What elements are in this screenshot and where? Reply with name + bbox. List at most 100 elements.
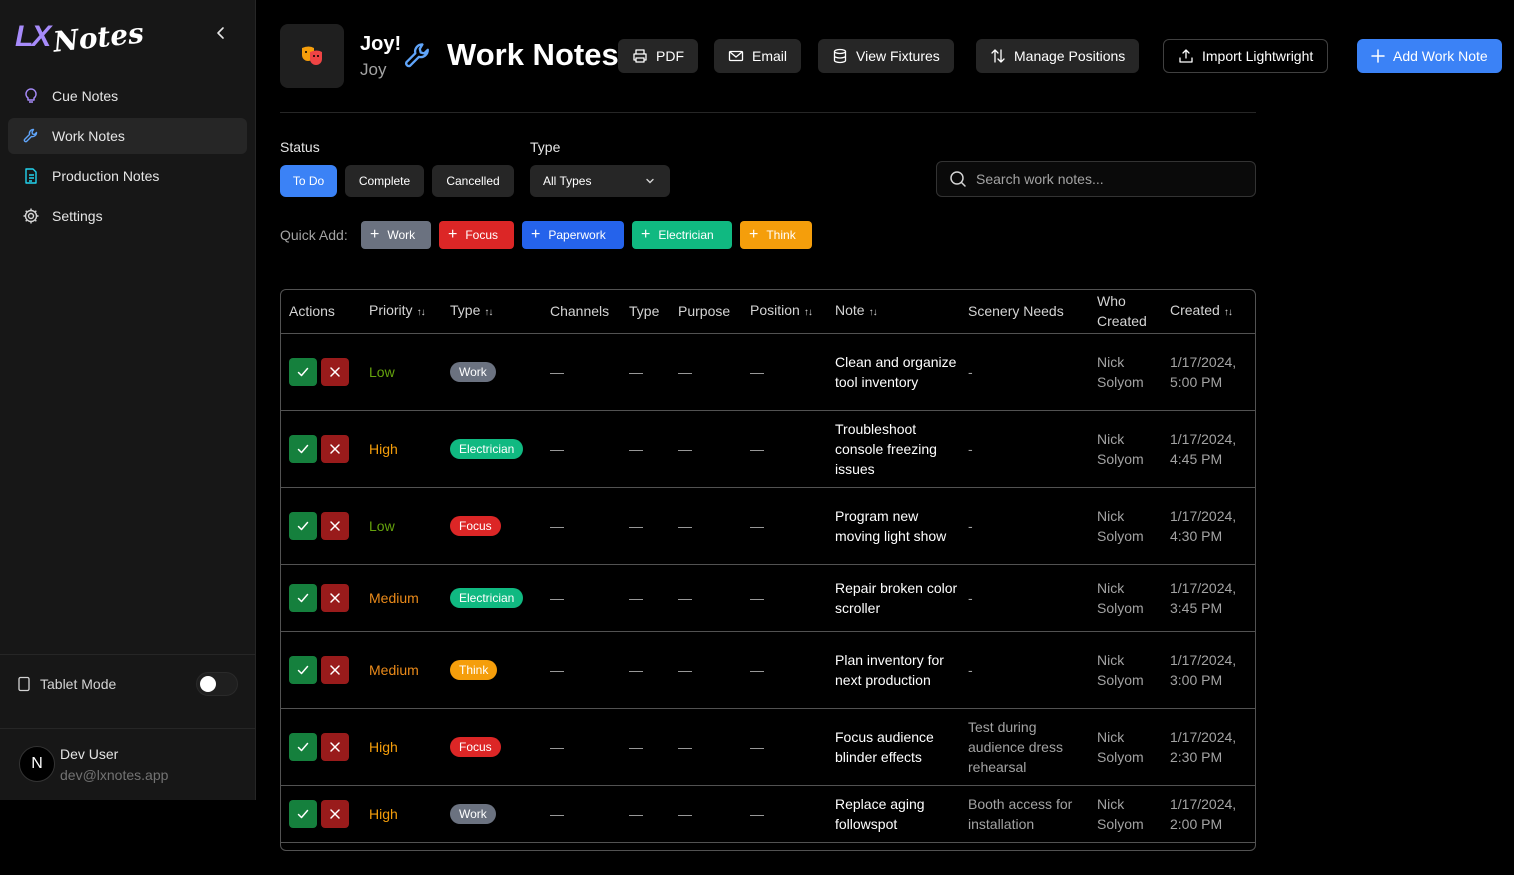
priority-cell: Medium bbox=[361, 564, 442, 632]
type-badge: Electrician bbox=[450, 588, 524, 608]
position-cell: — bbox=[742, 708, 827, 786]
type-cell: Think bbox=[442, 631, 542, 709]
status-todo-button[interactable]: To Do bbox=[280, 165, 337, 197]
close-icon bbox=[330, 592, 340, 603]
col-purpose: Purpose bbox=[670, 290, 742, 334]
col-priority-label: Priority bbox=[369, 301, 413, 318]
col-created[interactable]: Created ↑↓ bbox=[1162, 290, 1255, 334]
chevron-down-icon bbox=[646, 178, 654, 184]
channels-cell: — bbox=[542, 785, 621, 843]
sidebar-item-label: Settings bbox=[52, 208, 103, 224]
complete-note-button[interactable] bbox=[289, 732, 317, 761]
channels-cell: — bbox=[542, 708, 621, 786]
type-select-value: All Types bbox=[543, 174, 592, 188]
sidebar-item-work-notes[interactable]: Work Notes bbox=[8, 118, 247, 154]
position-cell: — bbox=[742, 631, 827, 709]
complete-note-button[interactable] bbox=[289, 434, 317, 463]
sidebar-item-settings[interactable]: Settings bbox=[8, 198, 247, 234]
cancel-note-button[interactable] bbox=[321, 655, 349, 684]
table-row[interactable]: High Work — — — — Replace aging followspot Boot… bbox=[281, 785, 1255, 843]
close-icon bbox=[330, 664, 340, 675]
sort-icon: ↑↓ bbox=[484, 306, 493, 318]
table-row[interactable]: Medium Electrician — — — — Repair broken color… bbox=[281, 564, 1255, 632]
pdf-button[interactable]: PDF bbox=[618, 39, 698, 73]
quick-add-work-label: Work bbox=[387, 228, 416, 242]
complete-note-button[interactable] bbox=[289, 357, 317, 386]
type2-cell: — bbox=[621, 708, 670, 786]
close-icon bbox=[330, 443, 340, 454]
table-row[interactable]: Medium Think — — — — Plan inventory for next p… bbox=[281, 631, 1255, 709]
purpose-cell: — bbox=[670, 487, 742, 565]
theater-masks-icon bbox=[302, 46, 322, 65]
col-note[interactable]: Note ↑↓ bbox=[827, 290, 960, 334]
view-fixtures-button[interactable]: View Fixtures bbox=[818, 39, 954, 73]
note-cell: Focus audience blinder effects bbox=[827, 708, 960, 786]
scenery-needs-cell: Test during audience dress rehearsal bbox=[960, 708, 1089, 786]
document-icon bbox=[21, 166, 41, 186]
position-cell: — bbox=[742, 564, 827, 632]
table-row[interactable]: Low Work — — — — Clean and organize tool inven… bbox=[281, 333, 1255, 411]
position-cell: — bbox=[742, 333, 827, 411]
import-lightwright-button[interactable]: Import Lightwright bbox=[1163, 39, 1329, 73]
tablet-mode-toggle[interactable] bbox=[196, 672, 238, 696]
type2-cell: — bbox=[621, 785, 670, 843]
status-complete-button[interactable]: Complete bbox=[345, 165, 424, 197]
cancel-note-button[interactable] bbox=[321, 732, 349, 761]
complete-note-button[interactable] bbox=[289, 655, 317, 684]
quick-add-work-button[interactable]: + Work bbox=[361, 221, 431, 249]
priority-cell: High bbox=[361, 708, 442, 786]
add-work-note-button[interactable]: Add Work Note bbox=[1357, 39, 1502, 73]
status-cancelled-button[interactable]: Cancelled bbox=[432, 165, 514, 197]
collapse-sidebar-button[interactable] bbox=[210, 22, 232, 44]
cancel-note-button[interactable] bbox=[321, 434, 349, 463]
sidebar-footer: Tablet Mode N Dev User dev@lxnotes.app bbox=[0, 654, 256, 783]
complete-note-button[interactable] bbox=[289, 583, 317, 612]
manage-positions-label: Manage Positions bbox=[1014, 48, 1126, 64]
plus-icon bbox=[1371, 49, 1385, 63]
scenery-needs-cell: - bbox=[960, 631, 1089, 709]
position-cell: — bbox=[742, 410, 827, 488]
cancel-note-button[interactable] bbox=[321, 357, 349, 386]
type-cell: Work bbox=[442, 785, 542, 843]
email-button[interactable]: Email bbox=[714, 39, 802, 73]
cancel-note-button[interactable] bbox=[321, 799, 349, 828]
quick-add-label: Quick Add: bbox=[280, 227, 348, 243]
cancel-note-button[interactable] bbox=[321, 511, 349, 540]
scenery-needs-cell: - bbox=[960, 487, 1089, 565]
close-icon bbox=[330, 366, 340, 377]
sidebar-nav: Cue Notes Work Notes Production Notes Se… bbox=[8, 78, 247, 238]
position-cell bbox=[742, 842, 827, 850]
manage-positions-button[interactable]: Manage Positions bbox=[976, 39, 1140, 73]
sidebar-item-production-notes[interactable]: Production Notes bbox=[8, 158, 247, 194]
channels-cell bbox=[542, 842, 621, 850]
who-created-cell: Nick Solyom bbox=[1089, 785, 1162, 843]
plus-icon: + bbox=[749, 226, 759, 243]
table-row[interactable]: High Electrician — — — — Troubleshoot console … bbox=[281, 410, 1255, 488]
table-header-row: Actions Priority ↑↓ Type ↑↓ Channels Type … bbox=[281, 290, 1255, 334]
col-priority[interactable]: Priority ↑↓ bbox=[361, 290, 442, 334]
table-row[interactable]: High Focus — — — — Focus audience blinder effe… bbox=[281, 708, 1255, 786]
col-position[interactable]: Position ↑↓ bbox=[742, 290, 827, 334]
scenery-needs-cell: - bbox=[960, 564, 1089, 632]
user-profile[interactable]: N Dev User dev@lxnotes.app bbox=[0, 728, 256, 801]
complete-note-button[interactable] bbox=[289, 511, 317, 540]
row-actions bbox=[281, 487, 361, 565]
quick-add-focus-button[interactable]: + Focus bbox=[439, 221, 514, 249]
priority-cell: High bbox=[361, 785, 442, 843]
tablet-icon bbox=[18, 676, 30, 692]
quick-add-think-button[interactable]: + Think bbox=[740, 221, 812, 249]
col-type[interactable]: Type ↑↓ bbox=[442, 290, 542, 334]
search-input[interactable] bbox=[976, 171, 1246, 187]
quick-add-paperwork-button[interactable]: + Paperwork bbox=[522, 221, 624, 249]
sidebar-item-cue-notes[interactable]: Cue Notes bbox=[8, 78, 247, 114]
cancel-note-button[interactable] bbox=[321, 583, 349, 612]
quick-add-electrician-button[interactable]: + Electrician bbox=[632, 221, 732, 249]
complete-note-button[interactable] bbox=[289, 799, 317, 828]
position-cell: — bbox=[742, 487, 827, 565]
table-row[interactable]: Low Focus — — — — Program new moving light sho… bbox=[281, 487, 1255, 565]
priority-cell bbox=[361, 842, 442, 850]
sort-icon: ↑↓ bbox=[1223, 306, 1233, 318]
table-row[interactable]: Route cables bbox=[281, 842, 1255, 850]
scenery-needs-cell: - bbox=[960, 333, 1089, 411]
type-select[interactable]: All Types bbox=[530, 165, 670, 197]
